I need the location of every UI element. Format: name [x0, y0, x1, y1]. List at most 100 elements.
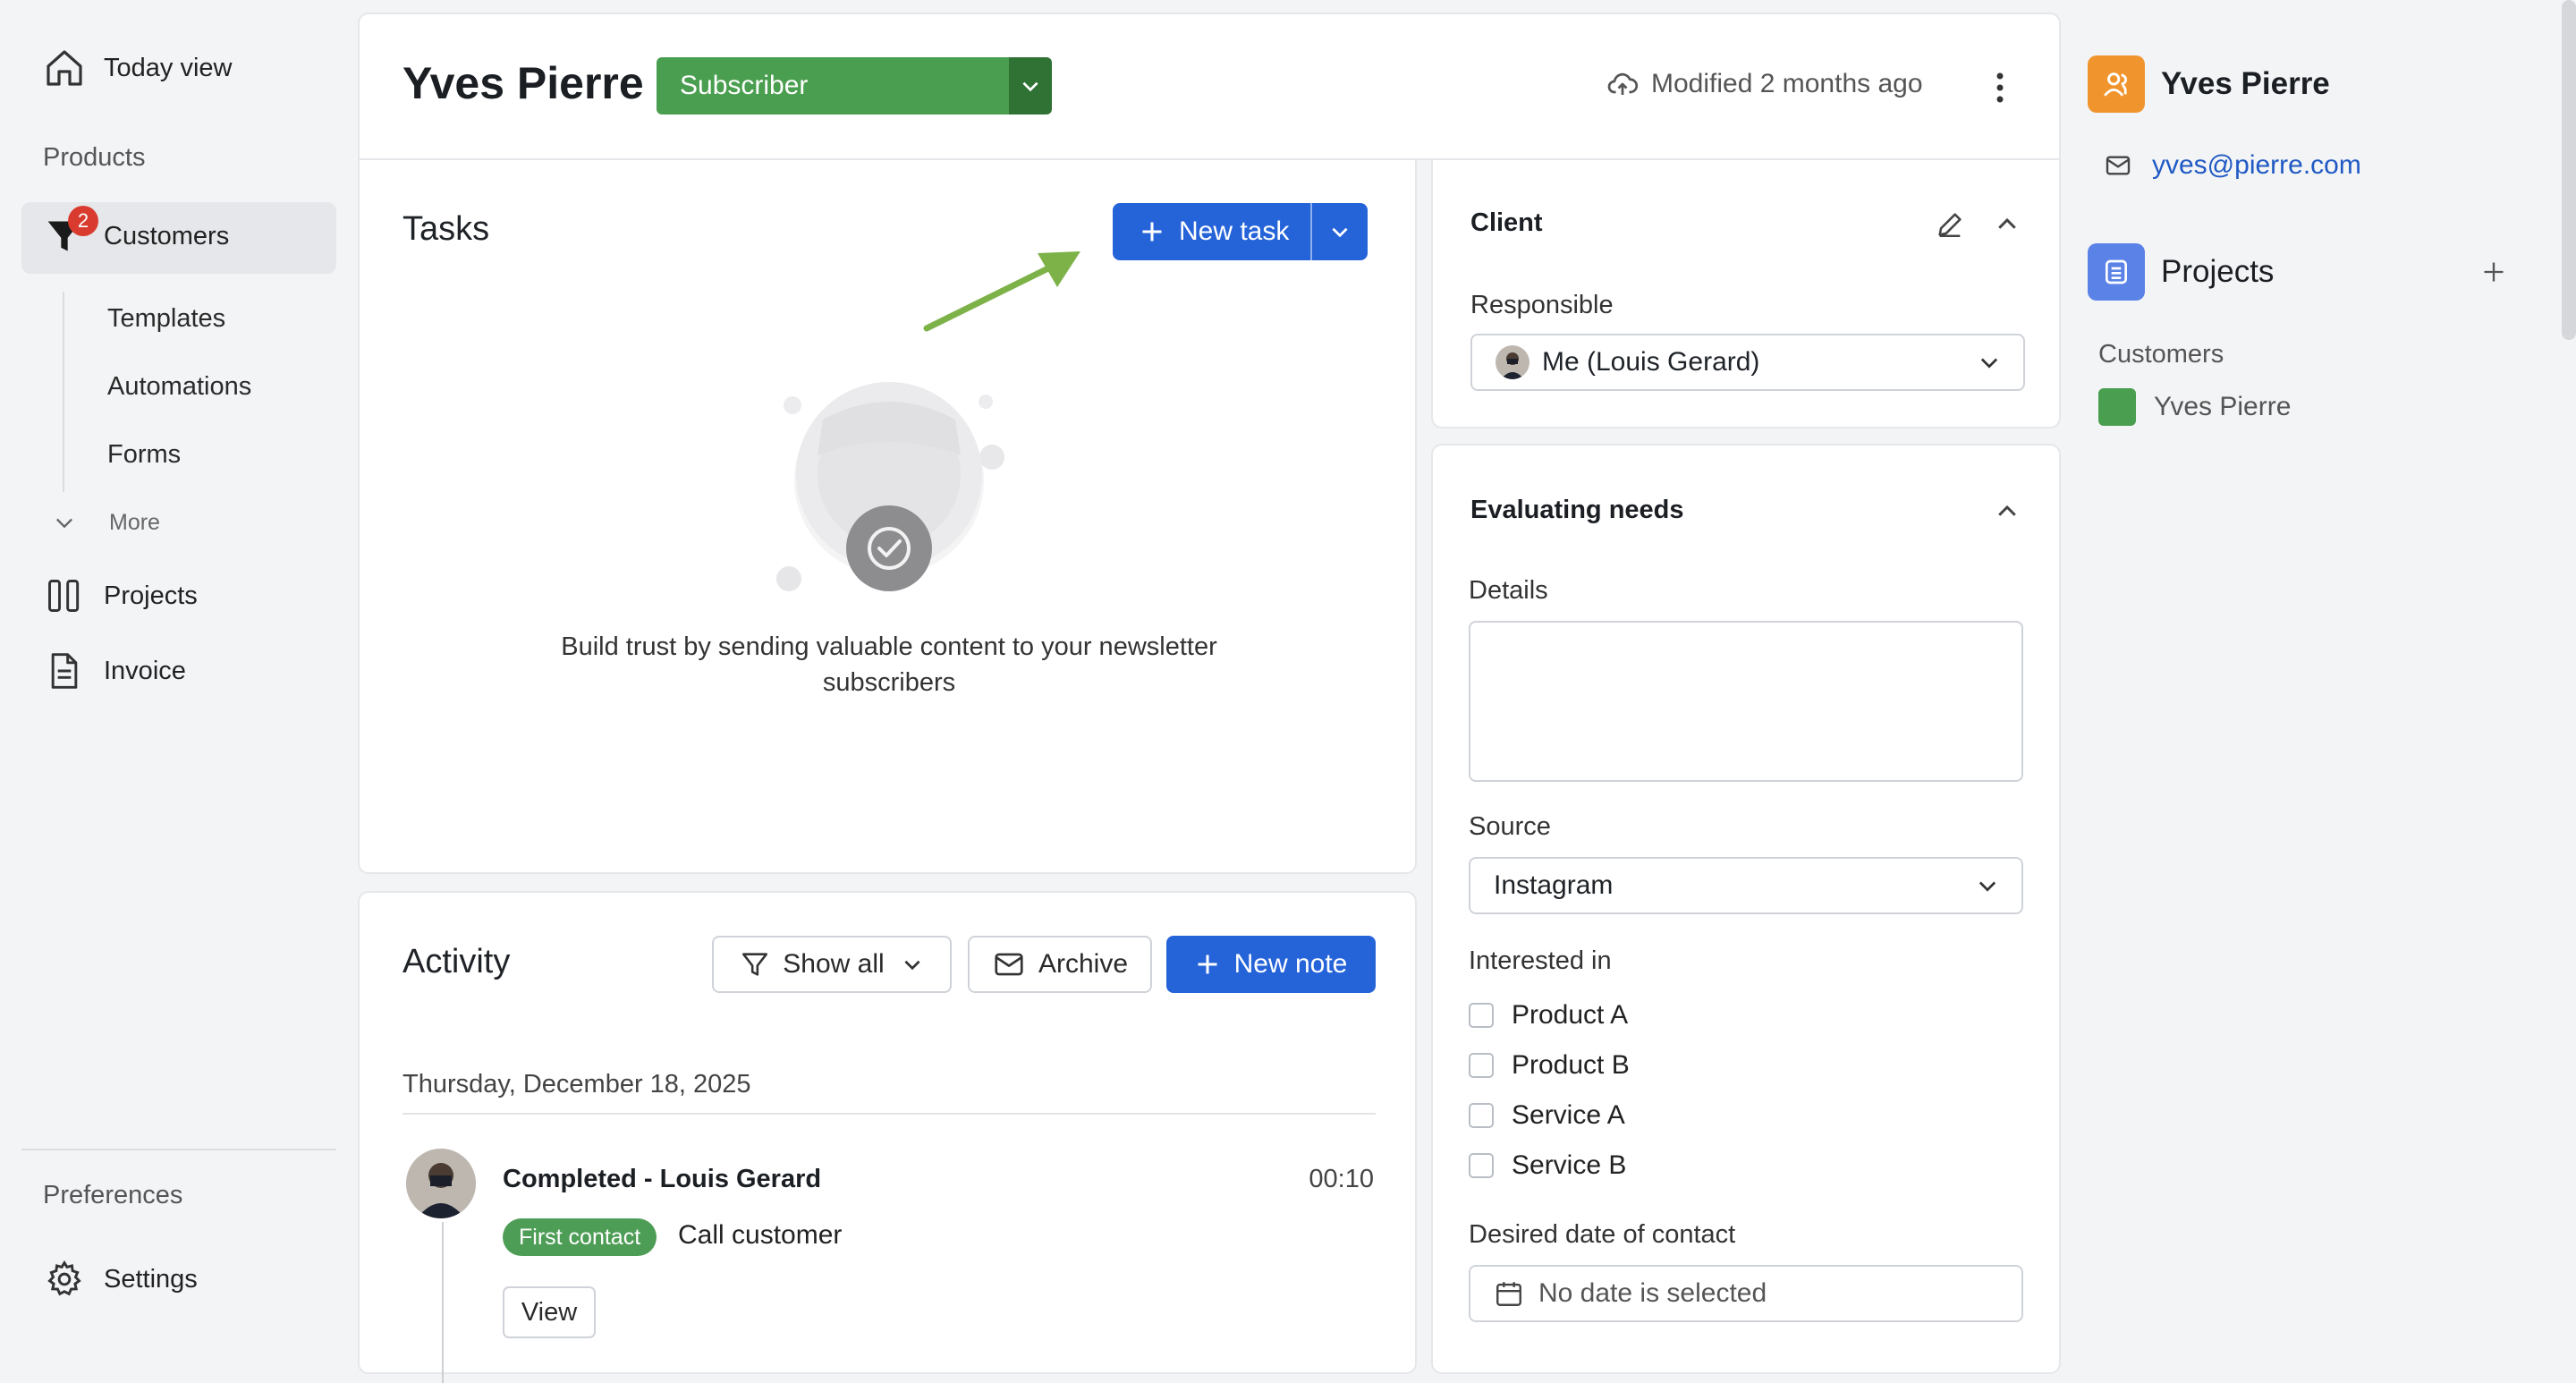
nav-forms[interactable]: Forms: [107, 440, 181, 470]
chevron-down-icon: [901, 953, 924, 976]
new-task-dropdown[interactable]: [1312, 203, 1368, 260]
add-project-icon[interactable]: [2476, 254, 2512, 290]
nav-invoice[interactable]: Invoice: [41, 648, 186, 694]
stage-select[interactable]: Subscriber: [657, 57, 1052, 115]
contact-name: Yves Pierre: [402, 58, 644, 108]
projects-title: Projects: [2161, 254, 2275, 289]
source-select[interactable]: Instagram: [1469, 857, 2023, 914]
show-all-label: Show all: [783, 949, 885, 979]
chevron-up-icon[interactable]: [1989, 494, 2025, 530]
activity-entry-description: Call customer: [678, 1220, 843, 1250]
desired-date-label: Desired date of contact: [1469, 1220, 1736, 1249]
home-icon: [41, 45, 88, 91]
chevron-down-icon: [1328, 220, 1352, 243]
view-button[interactable]: View: [503, 1286, 596, 1338]
activity-date-divider: [402, 1113, 1376, 1115]
gear-icon: [41, 1256, 88, 1302]
nav-projects-label: Projects: [104, 581, 198, 610]
contact-user-icon: [2088, 55, 2145, 113]
preferences-heading: Preferences: [43, 1181, 183, 1209]
customer-item[interactable]: Yves Pierre: [2098, 388, 2291, 426]
nav-more[interactable]: More: [50, 508, 160, 537]
option-label: Product A: [1512, 1000, 1629, 1030]
show-all-filter[interactable]: Show all: [712, 936, 952, 993]
products-heading: Products: [43, 143, 146, 172]
stage-label: Subscriber: [657, 57, 1009, 115]
client-panel: Client Responsible Me (Louis Gerard): [1431, 158, 2061, 428]
checkbox[interactable]: [1469, 1053, 1494, 1078]
customers-badge: 2: [68, 206, 98, 236]
projects-icon: [2088, 243, 2145, 301]
contact-email-value: yves@pierre.com: [2152, 150, 2361, 180]
activity-title: Activity: [402, 943, 511, 980]
option-label: Service A: [1512, 1100, 1625, 1130]
option-product-b[interactable]: Product B: [1469, 1050, 1630, 1081]
customers-label: Customers: [2098, 340, 2224, 369]
contact-header: Yves Pierre Subscriber Modified 2 months…: [358, 13, 2061, 160]
customer-item-name: Yves Pierre: [2154, 392, 2292, 421]
responsible-avatar: [1496, 345, 1530, 379]
new-note-button[interactable]: New note: [1166, 936, 1376, 993]
checkbox[interactable]: [1469, 1103, 1494, 1128]
responsible-value: Me (Louis Gerard): [1542, 347, 1760, 377]
details-textarea[interactable]: [1469, 621, 2023, 782]
nav-settings-label: Settings: [104, 1264, 198, 1294]
sub-nav-line: [63, 292, 64, 492]
nav-projects[interactable]: Projects: [41, 573, 198, 619]
contact-email[interactable]: yves@pierre.com: [2104, 150, 2361, 181]
new-task-split-button: New task: [1113, 203, 1368, 260]
chevron-down-icon: [1019, 74, 1042, 98]
columns-icon: [41, 573, 88, 619]
scrollbar-thumb[interactable]: [2562, 0, 2576, 340]
client-panel-title: Client: [1470, 208, 1543, 237]
interested-in-label: Interested in: [1469, 946, 1612, 975]
checkbox[interactable]: [1469, 1153, 1494, 1178]
filter-icon: [740, 949, 770, 980]
desired-date-picker[interactable]: No date is selected: [1469, 1265, 2023, 1322]
plus-icon: [1195, 952, 1220, 977]
tasks-card: Tasks New task Build trust by sending va…: [358, 158, 1417, 874]
responsible-select[interactable]: Me (Louis Gerard): [1470, 334, 2025, 391]
option-service-a[interactable]: Service A: [1469, 1100, 1625, 1131]
new-task-button[interactable]: New task: [1113, 203, 1311, 260]
responsible-label: Responsible: [1470, 291, 1614, 319]
edit-icon[interactable]: [1932, 207, 1968, 242]
source-value: Instagram: [1494, 870, 1614, 900]
modified-text: Modified 2 months ago: [1651, 69, 1923, 98]
option-service-b[interactable]: Service B: [1469, 1150, 1626, 1181]
tasks-empty-illustration: [753, 375, 1021, 598]
chevron-up-icon[interactable]: [1989, 207, 2025, 242]
nav-automations[interactable]: Automations: [107, 372, 251, 402]
archive-button[interactable]: Archive: [968, 936, 1152, 993]
sidebar: Today view Products Customers 2 Template…: [0, 0, 358, 1349]
new-task-label: New task: [1179, 216, 1290, 246]
stage-dropdown-toggle[interactable]: [1009, 57, 1052, 115]
nav-today-view[interactable]: Today view: [41, 45, 232, 91]
tasks-empty-message: Build trust by sending valuable content …: [561, 632, 1217, 697]
avatar: [406, 1149, 476, 1218]
modified-status: Modified 2 months ago: [1606, 68, 1923, 100]
nav-settings[interactable]: Settings: [41, 1256, 198, 1302]
evaluating-needs-title: Evaluating needs: [1470, 496, 1684, 524]
more-options-icon[interactable]: [1982, 70, 2018, 106]
document-icon: [41, 648, 88, 694]
activity-card: Activity Show all Archive New note Thurs…: [358, 891, 1417, 1383]
details-label: Details: [1469, 576, 1548, 605]
source-label: Source: [1469, 812, 1551, 841]
activity-date: Thursday, December 18, 2025: [402, 1070, 751, 1099]
customer-color-swatch: [2098, 388, 2136, 426]
nav-invoice-label: Invoice: [104, 656, 186, 685]
archive-label: Archive: [1038, 949, 1129, 979]
option-product-a[interactable]: Product A: [1469, 1000, 1628, 1031]
checkbox[interactable]: [1469, 1003, 1494, 1028]
new-note-label: New note: [1233, 949, 1348, 979]
chevron-down-icon: [1977, 350, 2002, 375]
desired-date-placeholder: No date is selected: [1538, 1278, 1767, 1308]
activity-entry-time: 00:10: [1309, 1165, 1374, 1193]
chevron-down-icon: [1975, 873, 2000, 898]
nav-customers-label: Customers: [104, 221, 230, 250]
contact-panel-name: Yves Pierre: [2161, 66, 2330, 101]
nav-templates[interactable]: Templates: [107, 304, 225, 334]
sidebar-divider: [21, 1149, 336, 1150]
timeline-line: [442, 1222, 444, 1383]
